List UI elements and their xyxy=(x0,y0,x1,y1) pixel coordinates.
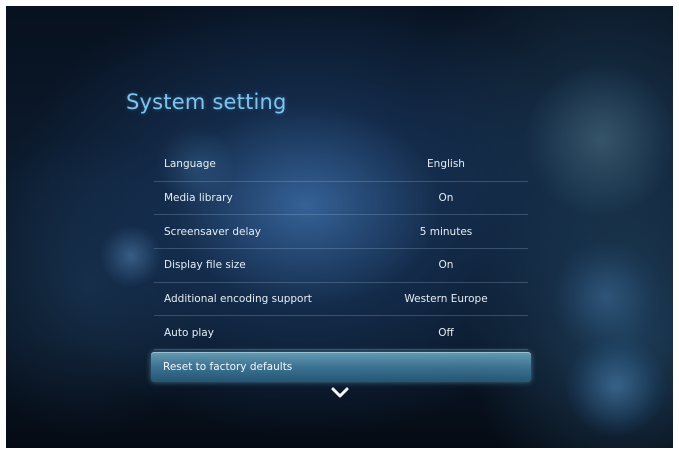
setting-auto-play[interactable]: Auto play Off xyxy=(154,316,528,351)
setting-label: Language xyxy=(164,158,216,171)
setting-label: Media library xyxy=(164,192,233,205)
setting-label: Additional encoding support xyxy=(164,293,312,306)
chevron-down-icon[interactable] xyxy=(331,386,349,400)
setting-label: Reset to factory defaults xyxy=(163,361,293,374)
setting-display-file-size[interactable]: Display file size On xyxy=(154,249,528,283)
setting-value: On xyxy=(438,192,454,205)
page-title: System setting xyxy=(126,90,287,114)
bokeh-light xyxy=(101,226,161,286)
setting-label: Auto play xyxy=(164,326,214,339)
setting-additional-encoding[interactable]: Additional encoding support Western Euro… xyxy=(154,283,528,317)
settings-list: Language English Media library On Screen… xyxy=(151,148,531,383)
setting-language[interactable]: Language English xyxy=(154,148,528,182)
setting-screensaver-delay[interactable]: Screensaver delay 5 minutes xyxy=(154,215,528,250)
tv-screen: System setting Language English Media li… xyxy=(6,6,673,448)
setting-value: Western Europe xyxy=(404,293,488,306)
bokeh-light xyxy=(566,336,666,436)
bokeh-light xyxy=(551,241,661,351)
reset-factory-defaults-item[interactable]: Reset to factory defaults xyxy=(151,352,531,383)
setting-media-library[interactable]: Media library On xyxy=(154,182,528,216)
setting-label: Screensaver delay xyxy=(164,225,262,238)
setting-value: Off xyxy=(438,326,454,339)
setting-label: Display file size xyxy=(164,259,246,272)
setting-value: English xyxy=(427,158,465,171)
setting-value: 5 minutes xyxy=(419,225,473,238)
bokeh-light xyxy=(526,66,673,216)
setting-value: On xyxy=(438,259,454,272)
